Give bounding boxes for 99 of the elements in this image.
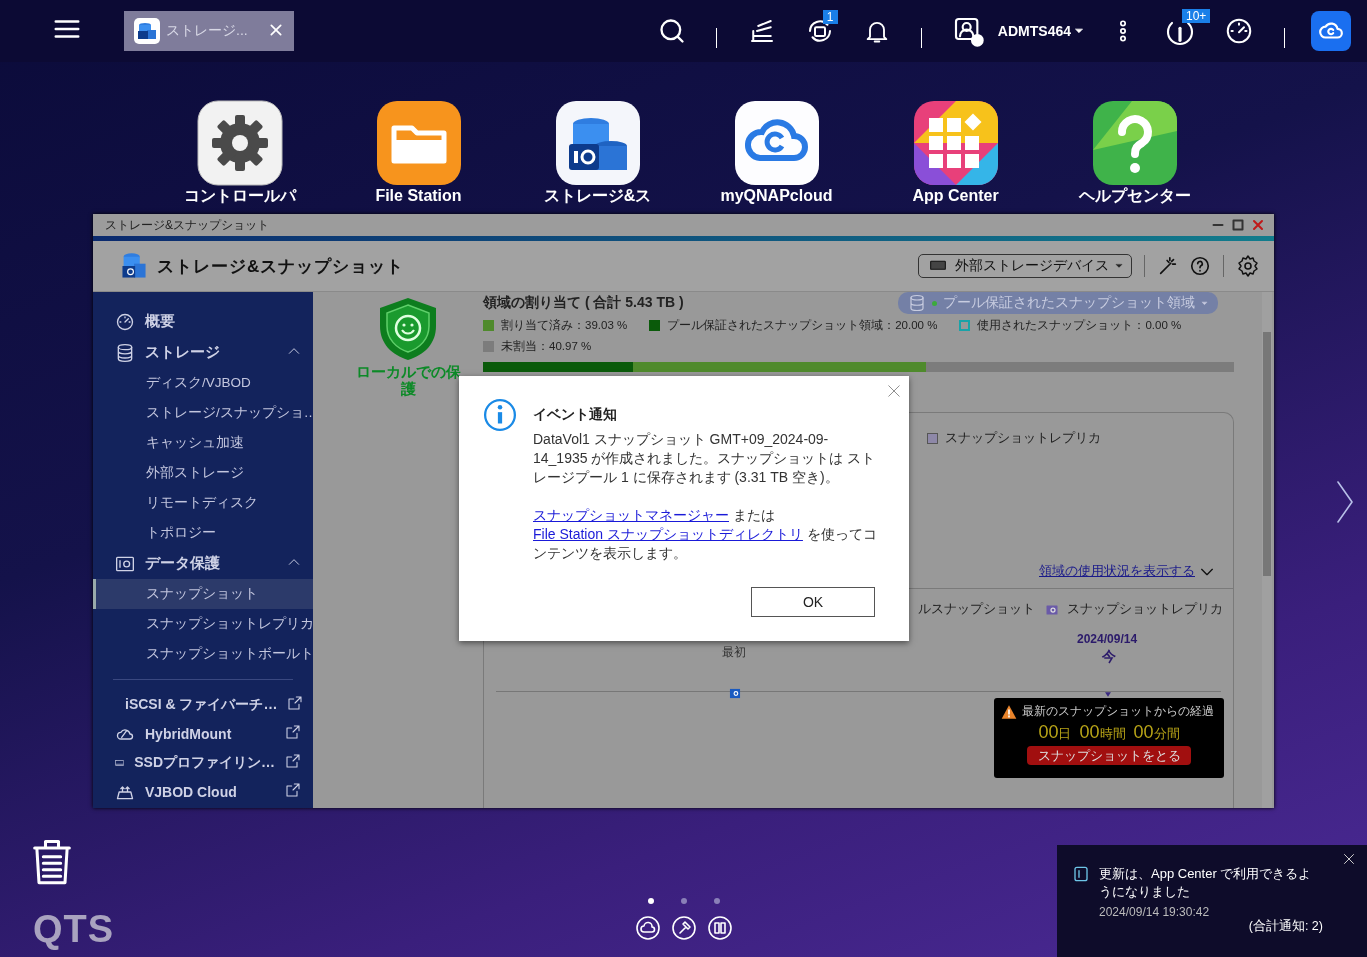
now-label: 今	[1102, 648, 1116, 666]
ok-button[interactable]: OK	[751, 587, 875, 617]
external-link-icon	[285, 724, 301, 740]
tab-label: ストレージ...	[166, 22, 248, 40]
question-icon	[1091, 100, 1178, 186]
count-badge: 1	[822, 10, 838, 24]
sidebar-item[interactable]: リモートディスク	[93, 488, 313, 518]
sidebar-item[interactable]: iSCSI & ファイバーチ…	[93, 690, 313, 719]
cloud-icon[interactable]	[636, 916, 660, 940]
help-icon[interactable]	[1189, 255, 1211, 277]
sidebar-item[interactable]: スナップショットボールト	[93, 639, 313, 669]
user-menu[interactable]: ADMTS464	[997, 23, 1084, 39]
cloud-icon	[733, 100, 820, 186]
sidebar-item[interactable]: 概要	[93, 306, 313, 337]
timeline-tab[interactable]: ルスナップショット	[918, 601, 1035, 618]
app-shortcut[interactable]: File Station	[329, 100, 508, 205]
legend-label: 割り当て済み：39.03 %	[501, 318, 628, 333]
camera-icon	[1045, 603, 1059, 616]
notification-time: 2024/09/14 19:30:42	[1099, 905, 1211, 919]
caret-icon	[1074, 26, 1084, 36]
caret-icon	[1201, 299, 1208, 307]
legend-label: 未割当：40.97 %	[501, 339, 592, 354]
take-snapshot-button[interactable]: スナップショットをとる	[1027, 746, 1191, 765]
usage-link[interactable]: 領域の使用状況を表示する	[1039, 563, 1195, 580]
cloud-button[interactable]	[1311, 11, 1351, 51]
wand-icon[interactable]	[1157, 255, 1179, 277]
device-dropdown[interactable]: 外部ストレージデバイス	[918, 254, 1132, 278]
app-shortcut[interactable]: App Center	[866, 100, 1045, 205]
allocation-title: 領域の割り当て ( 合計 5.43 TB )	[483, 294, 684, 312]
elapsed-time: 00時間	[1079, 722, 1126, 743]
search-icon[interactable]	[657, 17, 686, 45]
gauge-icon	[115, 311, 135, 332]
sidebar-item[interactable]: キャッシュ加速	[93, 428, 313, 458]
dialog-link[interactable]: File Station スナップショットディレクトリ	[533, 526, 803, 542]
dialog-text: スナップショットマネージャー または File Station スナップショットディレクトリ を使ってコンテンツを表示します。	[533, 506, 878, 563]
sidebar-item[interactable]: トポロジー	[93, 518, 313, 548]
sidebar-section[interactable]: データ保護	[93, 548, 313, 579]
database-icon	[134, 18, 160, 44]
database-icon	[119, 251, 149, 281]
app-shortcut[interactable]: コントロールパ	[150, 100, 329, 205]
external-link-icon	[285, 782, 301, 798]
database-icon	[554, 100, 641, 186]
brand-logo: QTS	[33, 908, 115, 951]
legend-label: プール保証されたスナップショット領域：20.00 %	[667, 318, 938, 333]
caret-icon	[1115, 262, 1123, 270]
timeline-tab[interactable]: スナップショットレプリカ	[1045, 601, 1223, 618]
dialog-message: DataVol1 スナップショット GMT+09_2024-09-14_1935 が作成されました。スナップショットは ストレージプール 1 に保存されます (3.31 TB 空き)。	[533, 430, 877, 487]
date-label: 2024/09/14	[1077, 632, 1138, 646]
scrollbar[interactable]	[1262, 292, 1272, 808]
sidebar-item[interactable]: VJBOD Cloud	[93, 777, 313, 806]
count-badge: 10+	[1182, 9, 1211, 23]
sidebar-item[interactable]: スナップショットレプリカ	[93, 609, 313, 639]
window-title: ストレージ&スナップショット	[105, 216, 269, 234]
database-icon	[908, 294, 926, 312]
page-dot[interactable]	[714, 898, 720, 904]
folder-icon	[375, 100, 462, 186]
gear-icon	[196, 100, 283, 186]
warning-icon	[1000, 703, 1018, 720]
shield-icon	[377, 296, 439, 362]
info-icon	[483, 398, 517, 432]
gauge-icon[interactable]	[1224, 16, 1254, 46]
sidebar-section[interactable]: ストレージ	[93, 337, 313, 368]
settings-icon[interactable]	[1236, 254, 1260, 278]
book-icon[interactable]	[708, 916, 732, 940]
elapsed-time: 00分間	[1133, 722, 1180, 743]
external-link-icon	[285, 753, 301, 769]
grid-icon	[912, 100, 999, 186]
sidebar-item[interactable]: スナップショット	[93, 579, 313, 609]
status-label: ローカルでの保護	[354, 364, 462, 397]
close-icon	[887, 384, 901, 398]
page-dot[interactable]	[681, 898, 687, 904]
app-shortcut[interactable]: ヘルプセンター	[1045, 100, 1224, 205]
legend-label: スナップショットレプリカ	[945, 429, 1101, 447]
database-icon	[115, 342, 135, 363]
sidebar-item[interactable]: ディスク/VJBOD	[93, 368, 313, 398]
hammer-icon[interactable]	[672, 916, 696, 940]
notification-total: (合計通知: 2)	[1248, 918, 1323, 935]
first-label: 最初	[722, 644, 746, 661]
snapshot-icon	[728, 688, 742, 699]
app-title: ストレージ&スナップショット	[157, 255, 405, 278]
sidebar-item[interactable]: HybridMount	[93, 719, 313, 748]
external-link-icon	[287, 695, 304, 711]
maximize-icon[interactable]	[1232, 219, 1244, 231]
app-shortcut[interactable]: myQNAPcloud	[687, 100, 866, 205]
alert-text: 最新のスナップショットからの経過	[1022, 703, 1214, 720]
device-icon	[1073, 865, 1089, 883]
sidebar-item[interactable]: SSDプロファイリン…	[93, 748, 313, 777]
dialog-link[interactable]: スナップショットマネージャー	[533, 507, 729, 523]
sidebar-item[interactable]: 外部ストレージ	[93, 458, 313, 488]
page-dot[interactable]	[648, 898, 654, 904]
elapsed-time: 00日	[1038, 722, 1072, 743]
close-icon[interactable]	[268, 21, 284, 38]
legend-label: 使用されたスナップショット：0.00 %	[977, 318, 1182, 333]
app-shortcut[interactable]: ストレージ&ス	[508, 100, 687, 205]
close-icon	[1343, 853, 1355, 865]
notification-message: 更新は、App Center で利用できるようになりました	[1099, 865, 1313, 901]
dialog-title: イベント通知	[533, 406, 618, 424]
close-button[interactable]	[1343, 853, 1355, 865]
sidebar-item[interactable]: ストレージ/スナップショ…	[93, 398, 313, 428]
